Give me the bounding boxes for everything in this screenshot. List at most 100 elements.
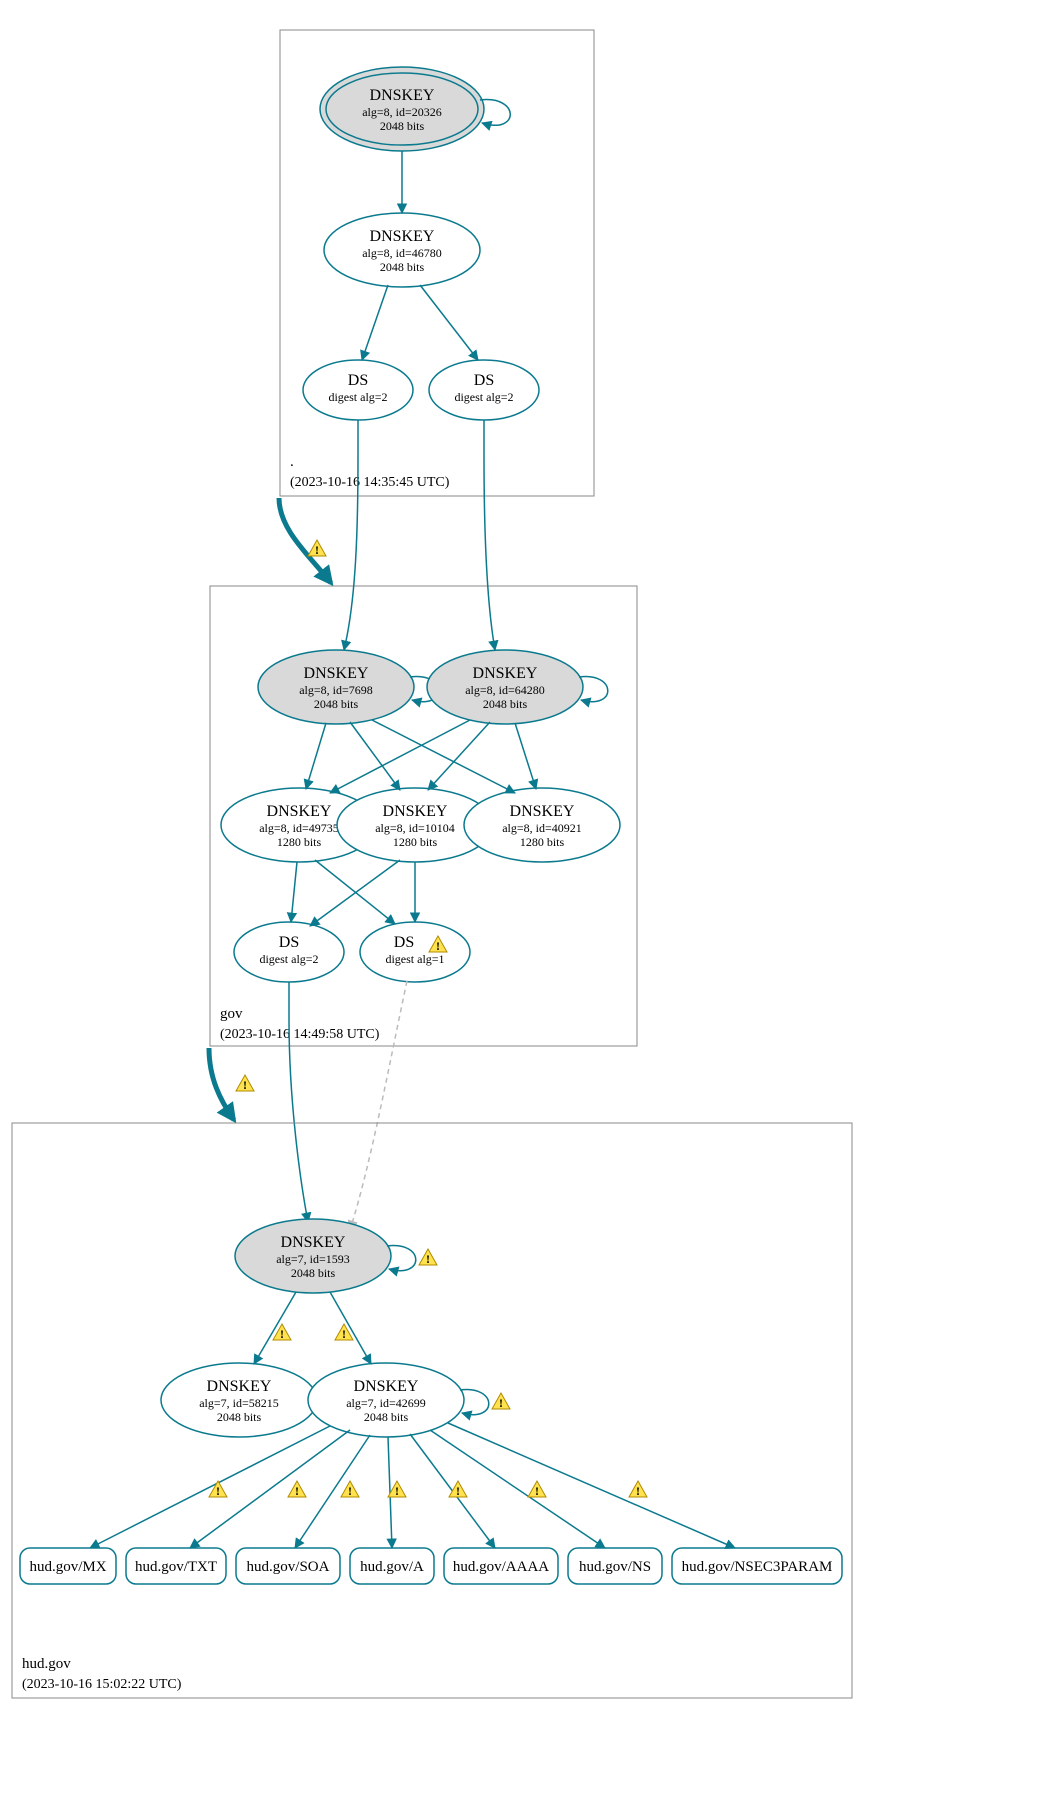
svg-text:2048 bits: 2048 bits [483, 697, 528, 711]
zone-time-hud: (2023-10-16 15:02:22 UTC) [22, 1677, 182, 1692]
edge-rootzsk-ds2 [420, 285, 478, 360]
e-z2-nsec3 [448, 1423, 735, 1548]
svg-text:alg=8, id=46780: alg=8, id=46780 [362, 246, 442, 260]
svg-text:alg=7, id=1593: alg=7, id=1593 [276, 1252, 350, 1266]
svg-text:2048 bits: 2048 bits [364, 1410, 409, 1424]
svg-text:2048 bits: 2048 bits [314, 697, 359, 711]
rrset-aaaa: hud.gov/AAAA [444, 1548, 558, 1584]
warning-icon [388, 1481, 406, 1498]
svg-text:alg=8, id=10104: alg=8, id=10104 [375, 821, 455, 835]
svg-text:alg=8, id=7698: alg=8, id=7698 [299, 683, 373, 697]
svg-text:DNSKEY: DNSKEY [383, 803, 448, 820]
warning-icon [492, 1393, 510, 1410]
warning-icon [308, 540, 326, 557]
rrset-nsec3param: hud.gov/NSEC3PARAM [672, 1548, 842, 1584]
rrset-soa: hud.gov/SOA [236, 1548, 340, 1584]
dnssec-graph: ! . (2023-10-16 14:35:45 UTC) DNSKEY alg… [0, 0, 1063, 1803]
delegation-gov-hud [209, 1048, 234, 1120]
e-hudksk-z2 [330, 1292, 371, 1364]
svg-text:hud.gov/SOA: hud.gov/SOA [247, 1559, 330, 1575]
e-z1-d1 [291, 862, 297, 922]
svg-text:DNSKEY: DNSKEY [473, 665, 538, 682]
svg-text:2048 bits: 2048 bits [291, 1266, 336, 1280]
svg-text:hud.gov/TXT: hud.gov/TXT [135, 1559, 217, 1575]
node-hud-zsk2: DNSKEY alg=7, id=42699 2048 bits [308, 1363, 464, 1437]
e-govds1-hudksk [289, 982, 308, 1222]
selfloop-root-ksk [480, 100, 510, 126]
edge-ds2-govksk2 [484, 420, 495, 650]
svg-text:DNSKEY: DNSKEY [304, 665, 369, 682]
node-gov-ksk2: DNSKEY alg=8, id=64280 2048 bits [427, 650, 583, 724]
svg-text:alg=8, id=49735: alg=8, id=49735 [259, 821, 339, 835]
warning-icon [341, 1481, 359, 1498]
node-gov-ds2: DS digest alg=1 [360, 922, 470, 982]
rrset-a: hud.gov/A [350, 1548, 434, 1584]
svg-text:alg=8, id=20326: alg=8, id=20326 [362, 105, 442, 119]
zone-name-gov: gov [220, 1006, 243, 1022]
e-k2-z1 [330, 720, 470, 793]
warning-icon [288, 1481, 306, 1498]
svg-text:digest alg=2: digest alg=2 [259, 952, 318, 966]
rrset-mx: hud.gov/MX [20, 1548, 116, 1584]
svg-text:hud.gov/AAAA: hud.gov/AAAA [453, 1559, 549, 1575]
svg-text:DNSKEY: DNSKEY [510, 803, 575, 820]
svg-text:DNSKEY: DNSKEY [207, 1378, 272, 1395]
rrset-row: hud.gov/MX hud.gov/TXT hud.gov/SOA hud.g… [20, 1548, 842, 1584]
edge-rootzsk-ds1 [362, 285, 388, 360]
svg-text:1280 bits: 1280 bits [277, 835, 322, 849]
svg-text:alg=8, id=40921: alg=8, id=40921 [502, 821, 582, 835]
e-k2-z3 [515, 723, 536, 789]
warning-icon [236, 1075, 254, 1092]
node-root-zsk: DNSKEY alg=8, id=46780 2048 bits [324, 213, 480, 287]
svg-text:digest alg=2: digest alg=2 [454, 390, 513, 404]
svg-text:digest alg=2: digest alg=2 [328, 390, 387, 404]
node-gov-zsk3: DNSKEY alg=8, id=40921 1280 bits [464, 788, 620, 862]
edge-ds1-govksk1 [344, 420, 358, 650]
node-gov-ksk1: DNSKEY alg=8, id=7698 2048 bits [258, 650, 414, 724]
warning-icon [209, 1481, 227, 1498]
svg-text:DNSKEY: DNSKEY [354, 1378, 419, 1395]
svg-text:digest alg=1: digest alg=1 [385, 952, 444, 966]
warning-icon [629, 1481, 647, 1498]
svg-text:DS: DS [279, 934, 299, 951]
e-hudksk-z1 [254, 1292, 296, 1364]
svg-text:alg=7, id=42699: alg=7, id=42699 [346, 1396, 426, 1410]
warning-icon [528, 1481, 546, 1498]
e-z2-d1 [310, 860, 400, 926]
e-k1-z2 [350, 722, 400, 790]
e-k2-z2 [428, 722, 490, 790]
svg-text:1280 bits: 1280 bits [520, 835, 565, 849]
svg-text:2048 bits: 2048 bits [380, 119, 425, 133]
svg-text:DS: DS [348, 372, 368, 389]
warning-icon [419, 1249, 437, 1266]
svg-text:2048 bits: 2048 bits [380, 260, 425, 274]
node-root-ds1: DS digest alg=2 [303, 360, 413, 420]
svg-text:hud.gov/MX: hud.gov/MX [29, 1559, 106, 1575]
node-root-ds2: DS digest alg=2 [429, 360, 539, 420]
node-hud-ksk: DNSKEY alg=7, id=1593 2048 bits [235, 1219, 391, 1293]
e-govds2-hudksk [350, 981, 407, 1230]
svg-text:DNSKEY: DNSKEY [281, 1234, 346, 1251]
svg-text:hud.gov/A: hud.gov/A [360, 1559, 424, 1575]
zone-time-gov: (2023-10-16 14:49:58 UTC) [220, 1027, 380, 1042]
e-k1-z1 [306, 723, 326, 789]
svg-text:DNSKEY: DNSKEY [267, 803, 332, 820]
zone-name-root: . [290, 454, 294, 470]
svg-text:DNSKEY: DNSKEY [370, 87, 435, 104]
node-root-ksk: DNSKEY alg=8, id=20326 2048 bits [320, 67, 484, 151]
svg-text:DS: DS [474, 372, 494, 389]
delegation-root-gov [279, 498, 331, 583]
svg-text:hud.gov/NS: hud.gov/NS [579, 1559, 651, 1575]
svg-text:alg=8, id=64280: alg=8, id=64280 [465, 683, 545, 697]
node-hud-zsk1: DNSKEY alg=7, id=58215 2048 bits [161, 1363, 317, 1437]
svg-text:hud.gov/NSEC3PARAM: hud.gov/NSEC3PARAM [682, 1559, 833, 1575]
svg-text:2048 bits: 2048 bits [217, 1410, 262, 1424]
svg-text:DNSKEY: DNSKEY [370, 228, 435, 245]
svg-text:alg=7, id=58215: alg=7, id=58215 [199, 1396, 279, 1410]
rrset-txt: hud.gov/TXT [126, 1548, 226, 1584]
node-gov-ds1: DS digest alg=2 [234, 922, 344, 982]
svg-text:DS: DS [394, 934, 414, 951]
rrset-ns: hud.gov/NS [568, 1548, 662, 1584]
svg-text:1280 bits: 1280 bits [393, 835, 438, 849]
zone-time-root: (2023-10-16 14:35:45 UTC) [290, 475, 450, 490]
